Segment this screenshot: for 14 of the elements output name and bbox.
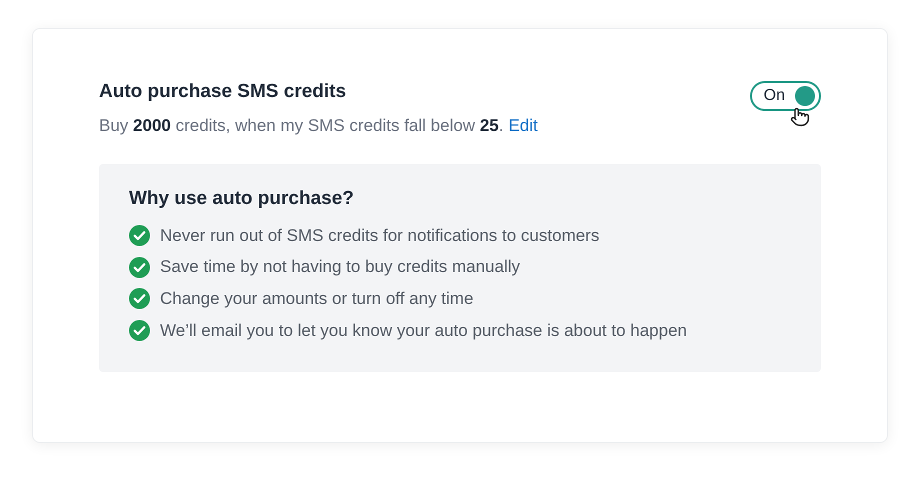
check-circle-icon: [129, 320, 150, 342]
info-heading: Why use auto purchase?: [129, 188, 355, 210]
toggle-switch[interactable]: On: [750, 81, 821, 111]
check-circle-icon: [129, 288, 150, 310]
pointer-cursor-icon: [790, 107, 810, 127]
check-circle-icon: [129, 225, 150, 246]
benefit-text: Never run out of SMS credits for notifications to customers: [160, 226, 600, 246]
setting-description: Buy 2000 credits, when my SMS credits fall below 25. Edit: [99, 116, 538, 136]
benefit-text: We’ll email you to let you know your auto purchase is about to happen: [160, 320, 687, 341]
setting-title: Auto purchase SMS credits: [99, 81, 348, 103]
benefit-text: Change your amounts or turn off any time: [160, 288, 474, 309]
check-circle-icon: [129, 256, 150, 278]
benefit-text: Save time by not having to buy credits manually: [160, 257, 520, 278]
edit-link[interactable]: Edit: [508, 116, 538, 135]
